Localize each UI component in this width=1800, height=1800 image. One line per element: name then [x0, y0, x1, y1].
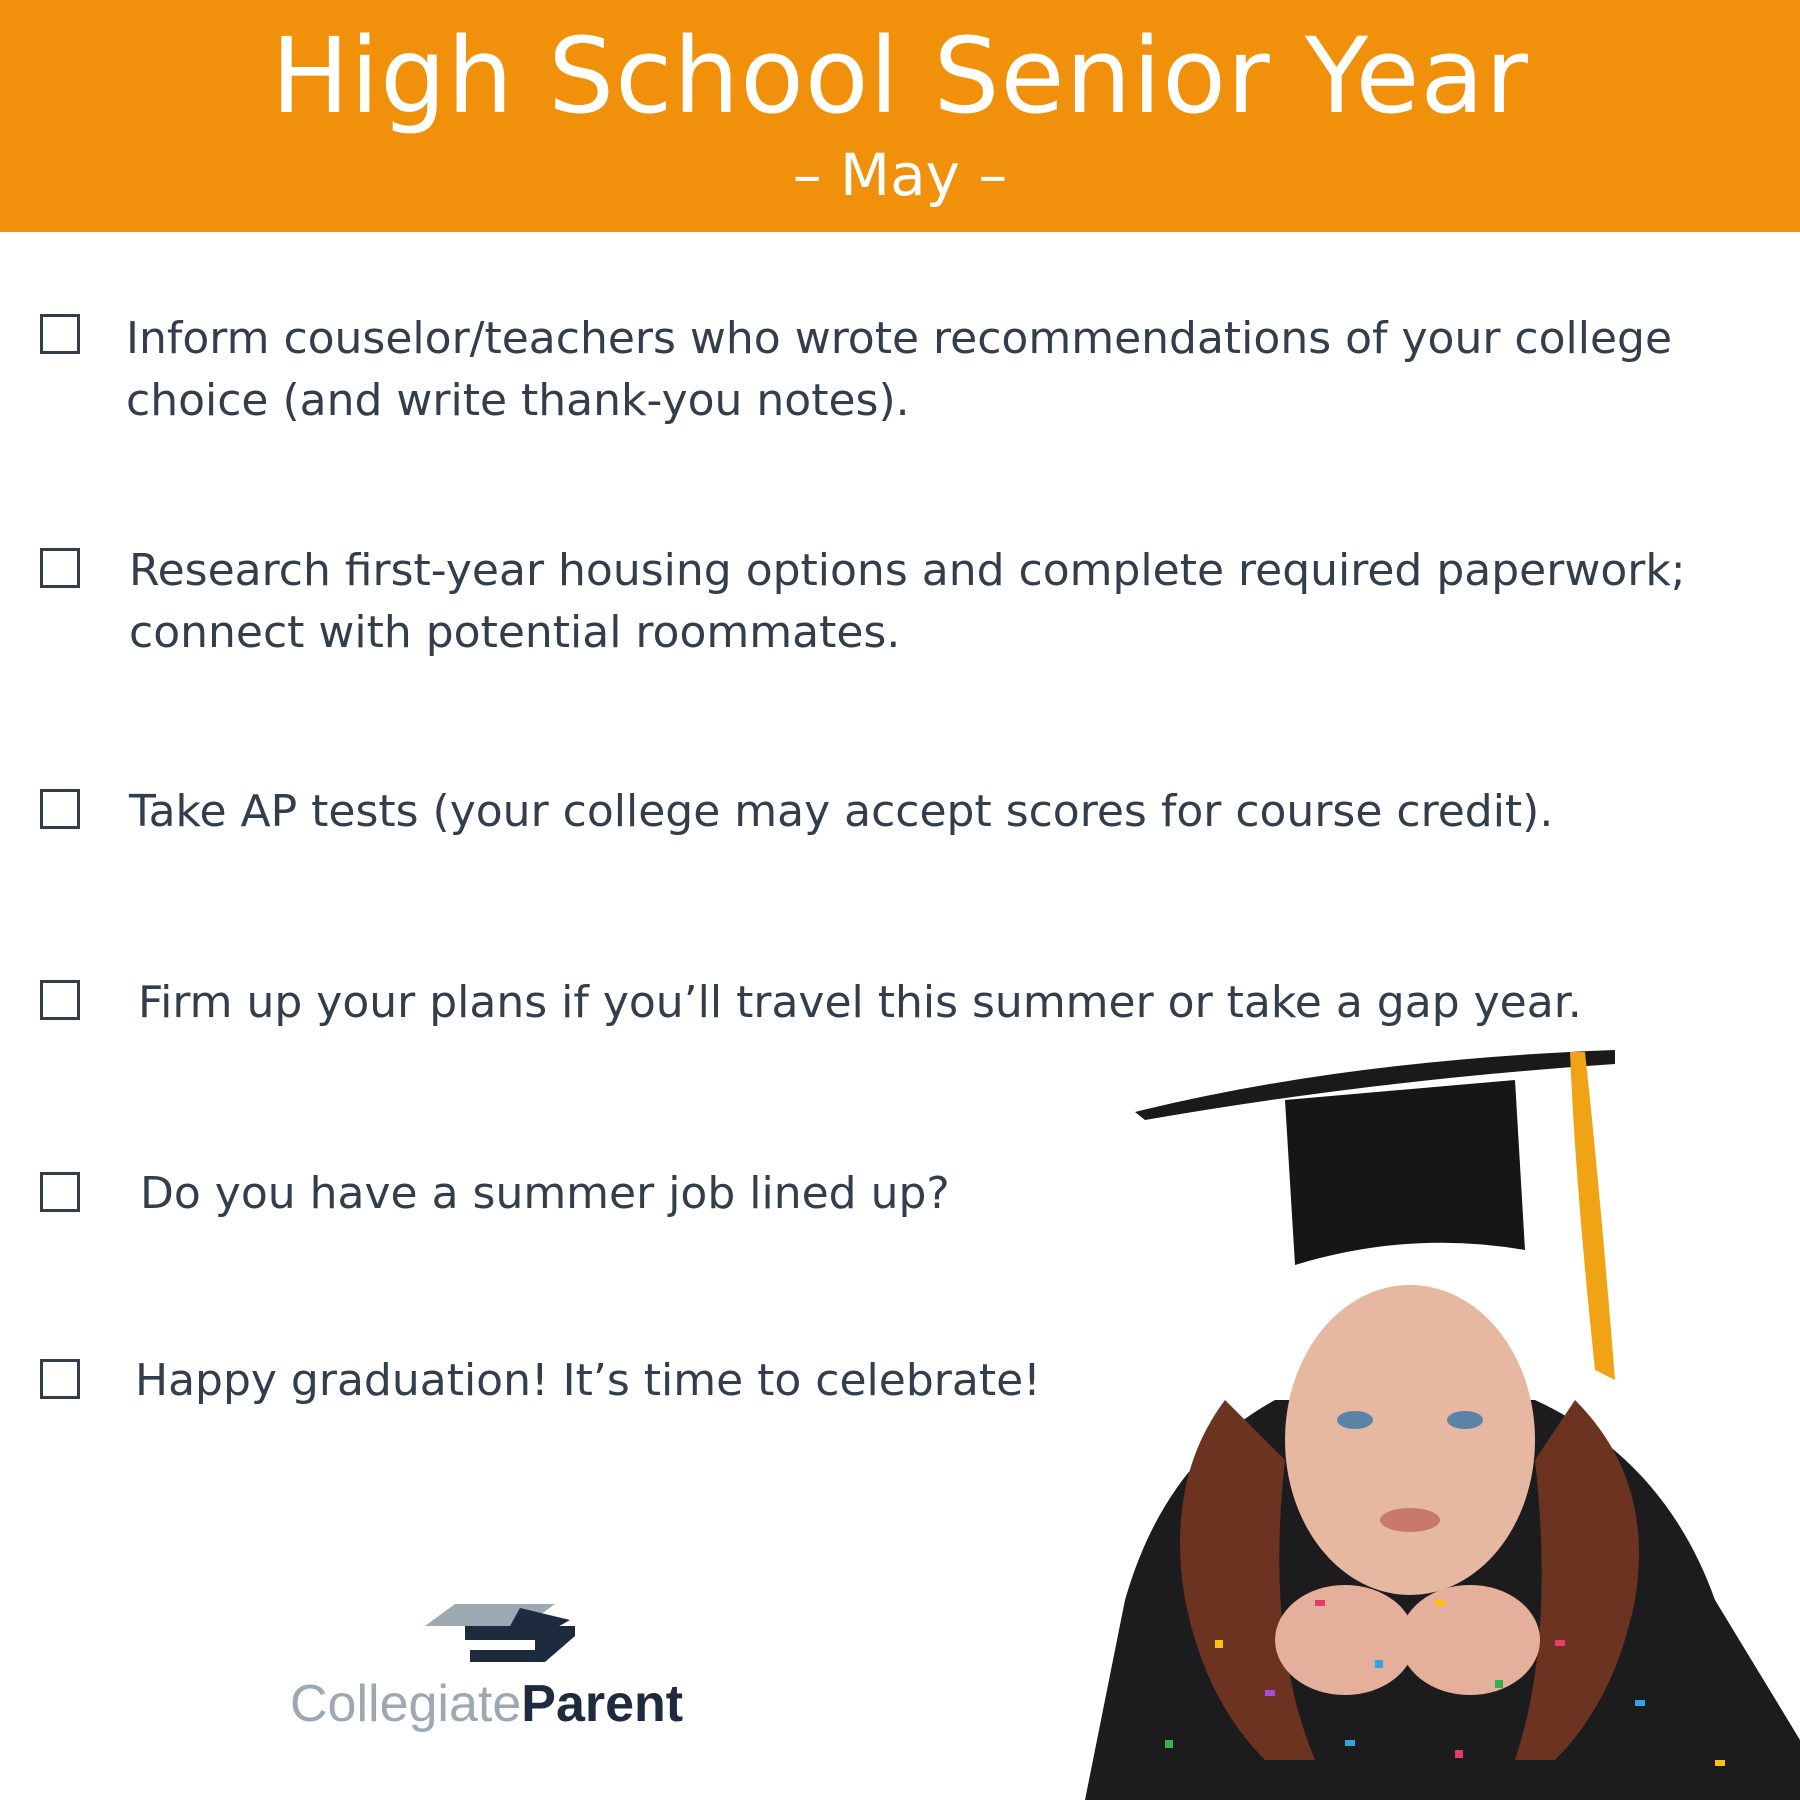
item-text: Take AP tests (your college may accept s… [129, 786, 1554, 837]
checkbox[interactable] [40, 548, 80, 588]
checklist-item: Inform couselor/teachers who wrote recom… [40, 308, 1770, 438]
collegiate-parent-logo: CollegiateParent [290, 1600, 730, 1740]
header-banner: High School Senior Year – May – [0, 0, 1800, 232]
checkbox[interactable] [40, 314, 80, 354]
checkbox[interactable] [40, 1172, 80, 1212]
cap-crown [1285, 1080, 1525, 1265]
checkbox[interactable] [40, 1359, 80, 1399]
item-text: Firm up your plans if you’ll travel this… [138, 977, 1582, 1028]
item-text-line2: choice (and write thank-you notes). [126, 375, 910, 426]
tassel-icon [1570, 1052, 1615, 1380]
page-subtitle: – May – [792, 141, 1008, 209]
checkbox[interactable] [40, 789, 80, 829]
logo-wordmark: CollegiateParent [290, 1674, 683, 1734]
face-shape [1285, 1285, 1535, 1595]
graduate-photo [1085, 1050, 1800, 1800]
checklist-item: Firm up your plans if you’ll travel this… [40, 972, 1770, 1042]
checklist-item: Take AP tests (your college may accept s… [40, 781, 1770, 851]
logo-text-light: Collegiate [290, 1675, 522, 1733]
logo-mark-icon [425, 1604, 575, 1662]
page-title: High School Senior Year [271, 15, 1529, 137]
checklist-item: Research first-year housing options and … [40, 540, 1770, 670]
item-text-line1: Inform couselor/teachers who wrote recom… [126, 313, 1673, 364]
logo-text-bold: Parent [521, 1675, 684, 1733]
checkbox[interactable] [40, 980, 80, 1020]
item-text: Happy graduation! It’s time to celebrate… [135, 1355, 1041, 1406]
item-text-line2: connect with potential roommates. [129, 607, 901, 658]
item-text: Do you have a summer job lined up? [140, 1168, 950, 1219]
item-text-line1: Research first-year housing options and … [129, 545, 1686, 596]
